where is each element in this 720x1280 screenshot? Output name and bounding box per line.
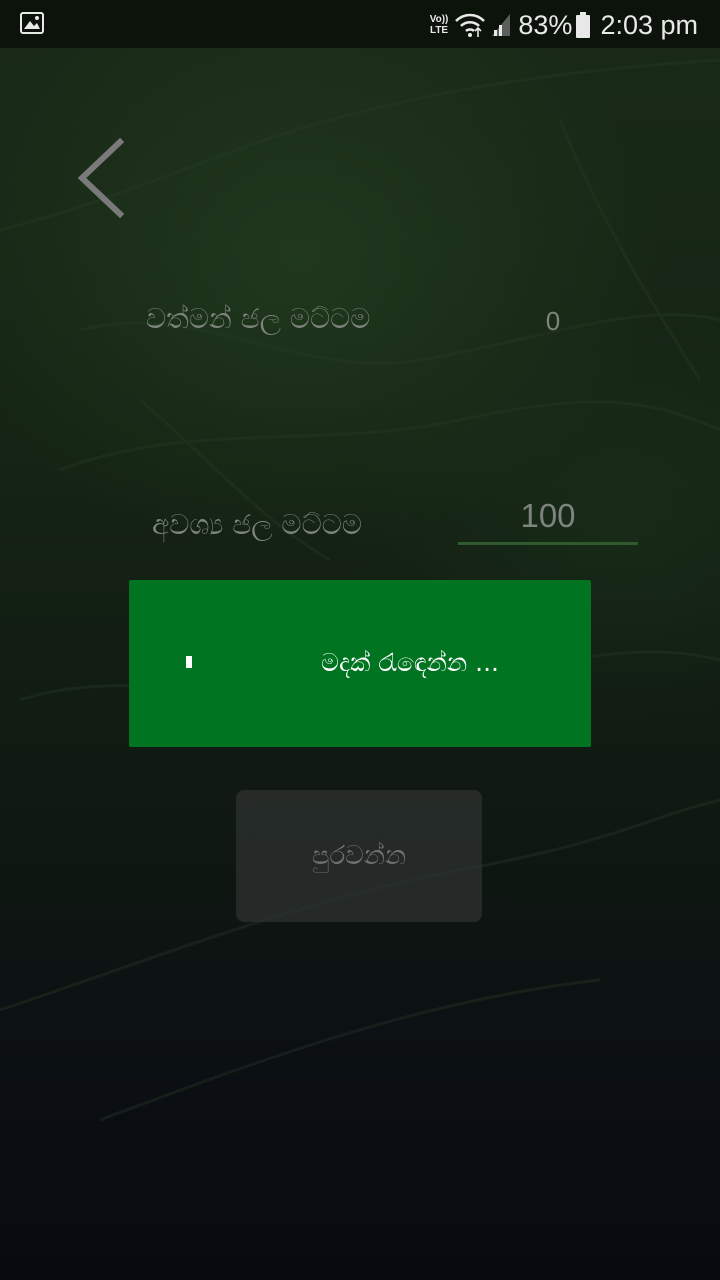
battery-icon bbox=[576, 12, 591, 38]
chevron-left-icon bbox=[77, 137, 125, 219]
wifi-icon bbox=[455, 13, 486, 37]
volte-bottom-text: LTE bbox=[429, 25, 449, 36]
fill-button[interactable]: පුරවන්න bbox=[236, 790, 482, 922]
required-level-label: අවශ්‍ය ජල මට්ටම bbox=[152, 508, 362, 541]
status-icons: Vo)) LTE 83% 2:03 pm bbox=[430, 8, 698, 42]
volte-indicator: Vo)) LTE bbox=[430, 14, 449, 36]
progress-message: මදක් රැඳෙන්න ... bbox=[321, 648, 499, 677]
required-level-input[interactable] bbox=[458, 490, 638, 545]
status-bar: Vo)) LTE 83% 2:03 pm bbox=[0, 0, 720, 48]
progress-dialog: මදක් රැඳෙන්න ... bbox=[129, 580, 591, 747]
status-time: 2:03 pm bbox=[600, 9, 698, 40]
current-level-label: වත්මන් ජල මට්ටම bbox=[146, 302, 371, 335]
app-screen: Vo)) LTE 83% 2:03 pm වත්මන් ජල මට්ටම 0 අ… bbox=[0, 0, 720, 1280]
gallery-icon bbox=[20, 12, 44, 34]
current-level-value: 0 bbox=[545, 306, 561, 336]
signal-icon bbox=[492, 14, 511, 36]
back-button[interactable] bbox=[70, 132, 134, 224]
battery-percentage: 83% bbox=[518, 9, 573, 40]
volte-top-text: Vo)) bbox=[429, 14, 449, 25]
progress-spinner-icon bbox=[186, 656, 192, 668]
